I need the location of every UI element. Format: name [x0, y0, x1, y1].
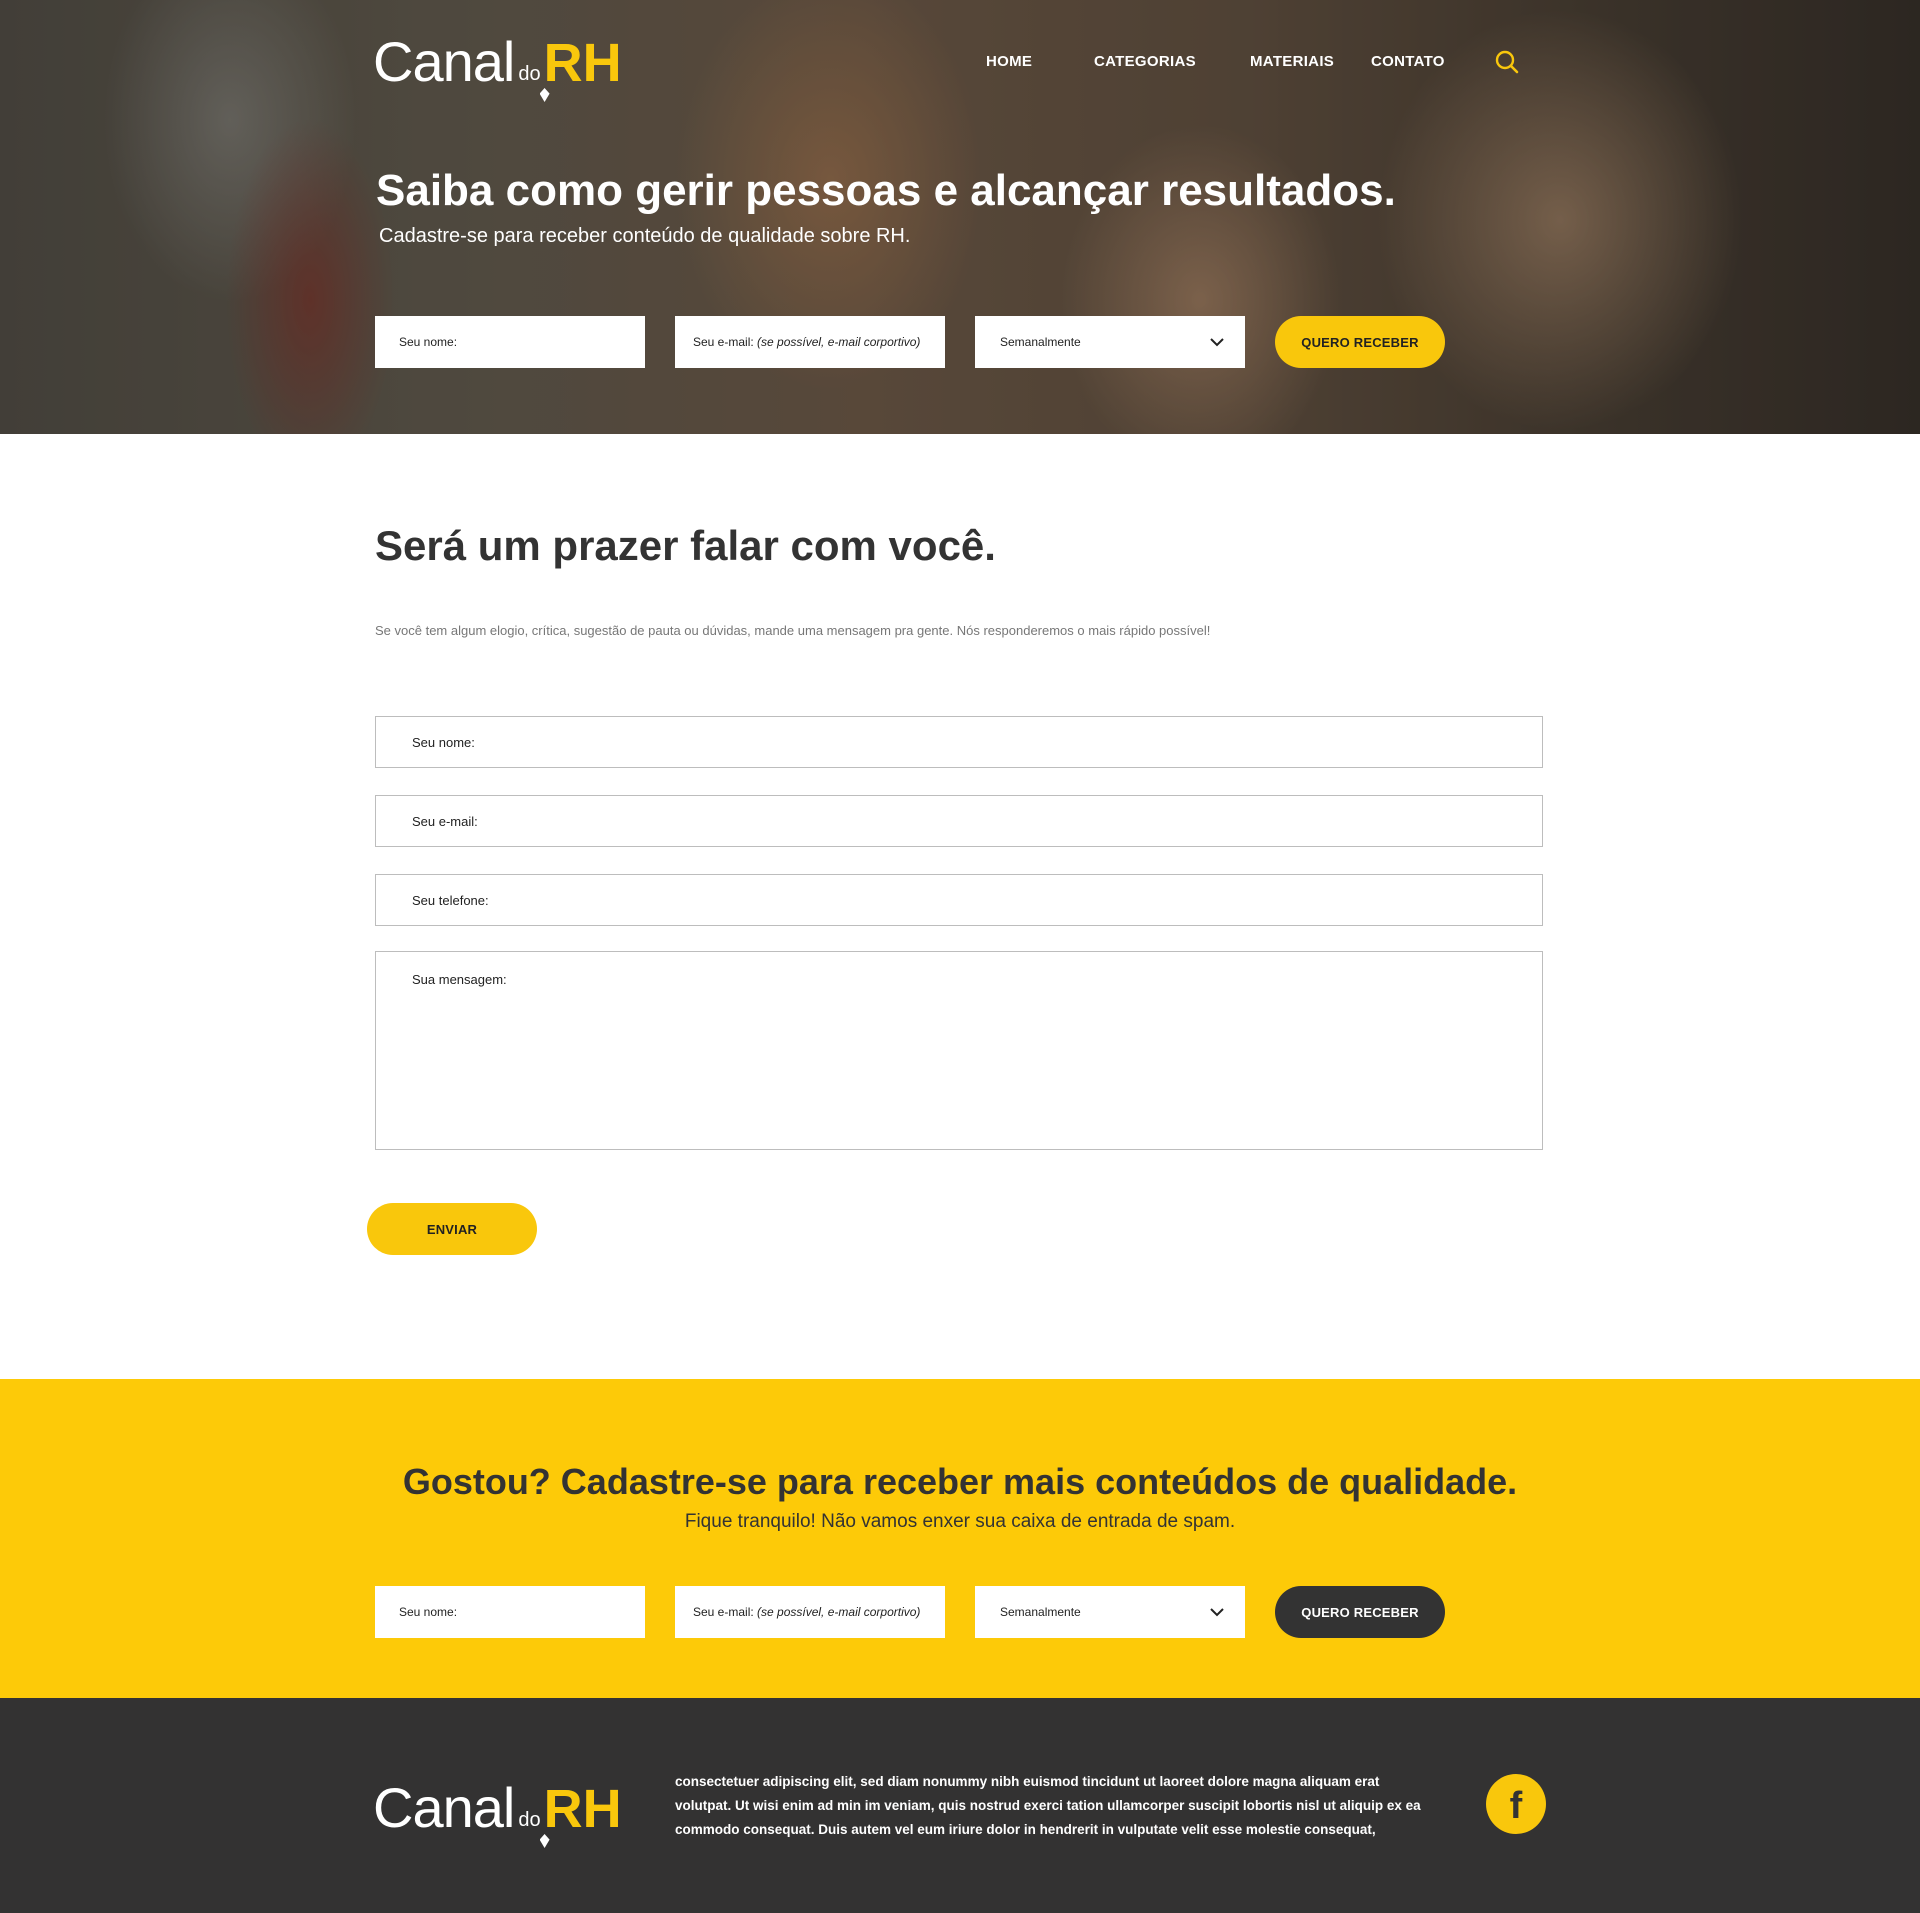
logo-rh-text: RH [539, 1779, 622, 1848]
contact-name-field[interactable]: Seu nome: [375, 716, 1543, 768]
contact-phone-placeholder: Seu telefone: [412, 892, 489, 908]
contact-email-placeholder: Seu e-mail: [412, 813, 478, 829]
band-subtitle: Fique tranquilo! Não vamos enxer sua cai… [684, 1511, 1236, 1532]
hero-name-input[interactable]: Seu nome: [375, 316, 645, 368]
hero-title: Saiba como gerir pessoas e alcançar resu… [376, 166, 1396, 216]
chevron-down-icon [1210, 1608, 1224, 1617]
contact-message-placeholder: Sua mensagem: [412, 972, 507, 987]
hero-subscribe-button[interactable]: QUERO RECEBER [1275, 316, 1445, 368]
hero-frequency-select[interactable]: Semanalmente [975, 316, 1245, 368]
contact-phone-field[interactable]: Seu telefone: [375, 874, 1543, 926]
nav-categorias[interactable]: CATEGORIAS [1094, 53, 1196, 70]
band-frequency-select[interactable]: Semanalmente [975, 1586, 1245, 1638]
band-email-label: Seu e-mail: [693, 1605, 758, 1619]
main-nav: HOME CATEGORIAS MATERIAIS CONTATO [0, 53, 1920, 73]
search-icon[interactable] [1494, 49, 1520, 75]
chevron-down-icon [1210, 338, 1224, 347]
contact-title: Será um prazer falar com você. [375, 522, 996, 569]
logo-do-text: do [518, 1809, 541, 1831]
band-frequency-value: Semanalmente [1000, 1605, 1081, 1619]
send-button[interactable]: ENVIAR [367, 1203, 537, 1255]
band-subscribe-button[interactable]: QUERO RECEBER [1275, 1586, 1445, 1638]
hero-subtitle: Cadastre-se para receber conteúdo de qua… [379, 225, 911, 247]
contact-name-placeholder: Seu nome: [412, 734, 475, 750]
hero-email-label: Seu e-mail: [693, 335, 758, 349]
hero-title-text-1: Saiba como [376, 166, 636, 215]
nav-home[interactable]: HOME [986, 53, 1032, 70]
band-email-hint: (se possível, e-mail corportivo) [757, 1605, 921, 1619]
hero-name-placeholder: Seu nome: [399, 335, 458, 349]
hero-title-text-2: e [921, 166, 971, 215]
hero-frequency-value: Semanalmente [1000, 335, 1081, 349]
band-name-placeholder: Seu nome: [399, 1605, 458, 1619]
logo-canal-text: Canal [373, 1776, 515, 1839]
footer-logo[interactable]: Canal do RH [373, 1776, 622, 1848]
band-email-placeholder: Seu e-mail: (se possível, e-mail corport… [675, 1605, 920, 1619]
newsletter-band: Gostou? Cadastre-se para receber mais co… [0, 1379, 1920, 1698]
hero-email-hint: (se possível, e-mail corportivo) [757, 335, 921, 349]
footer: Canal do RH consectetuer adipiscing elit… [0, 1698, 1920, 1913]
hero-email-placeholder: Seu e-mail: (se possível, e-mail corport… [675, 335, 920, 349]
footer-text: consectetuer adipiscing elit, sed diam n… [675, 1774, 1421, 1837]
hero-title-bold-2: alcançar resultados [970, 166, 1384, 215]
facebook-icon[interactable]: f [1486, 1774, 1546, 1834]
hero-title-bold-1: gerir pessoas [635, 166, 922, 215]
contact-email-field[interactable]: Seu e-mail: [375, 795, 1543, 847]
facebook-glyph: f [1509, 1785, 1523, 1827]
nav-contato[interactable]: CONTATO [1371, 53, 1445, 70]
hero-title-text-3: . [1383, 166, 1396, 215]
contact-message-field[interactable]: Sua mensagem: [375, 951, 1543, 1150]
contact-description: Se você tem algum elogio, crítica, suges… [375, 623, 1211, 638]
band-title: Gostou? Cadastre-se para receber mais co… [402, 1461, 1518, 1502]
band-email-input[interactable]: Seu e-mail: (se possível, e-mail corport… [675, 1586, 945, 1638]
logo-rh-label: RH [543, 1779, 622, 1839]
band-name-input[interactable]: Seu nome: [375, 1586, 645, 1638]
nav-materiais[interactable]: MATERIAIS [1250, 53, 1334, 70]
hero-section: Canal do RH HOME CATEGORIAS MATERIAIS CO… [0, 0, 1920, 434]
hero-email-input[interactable]: Seu e-mail: (se possível, e-mail corport… [675, 316, 945, 368]
